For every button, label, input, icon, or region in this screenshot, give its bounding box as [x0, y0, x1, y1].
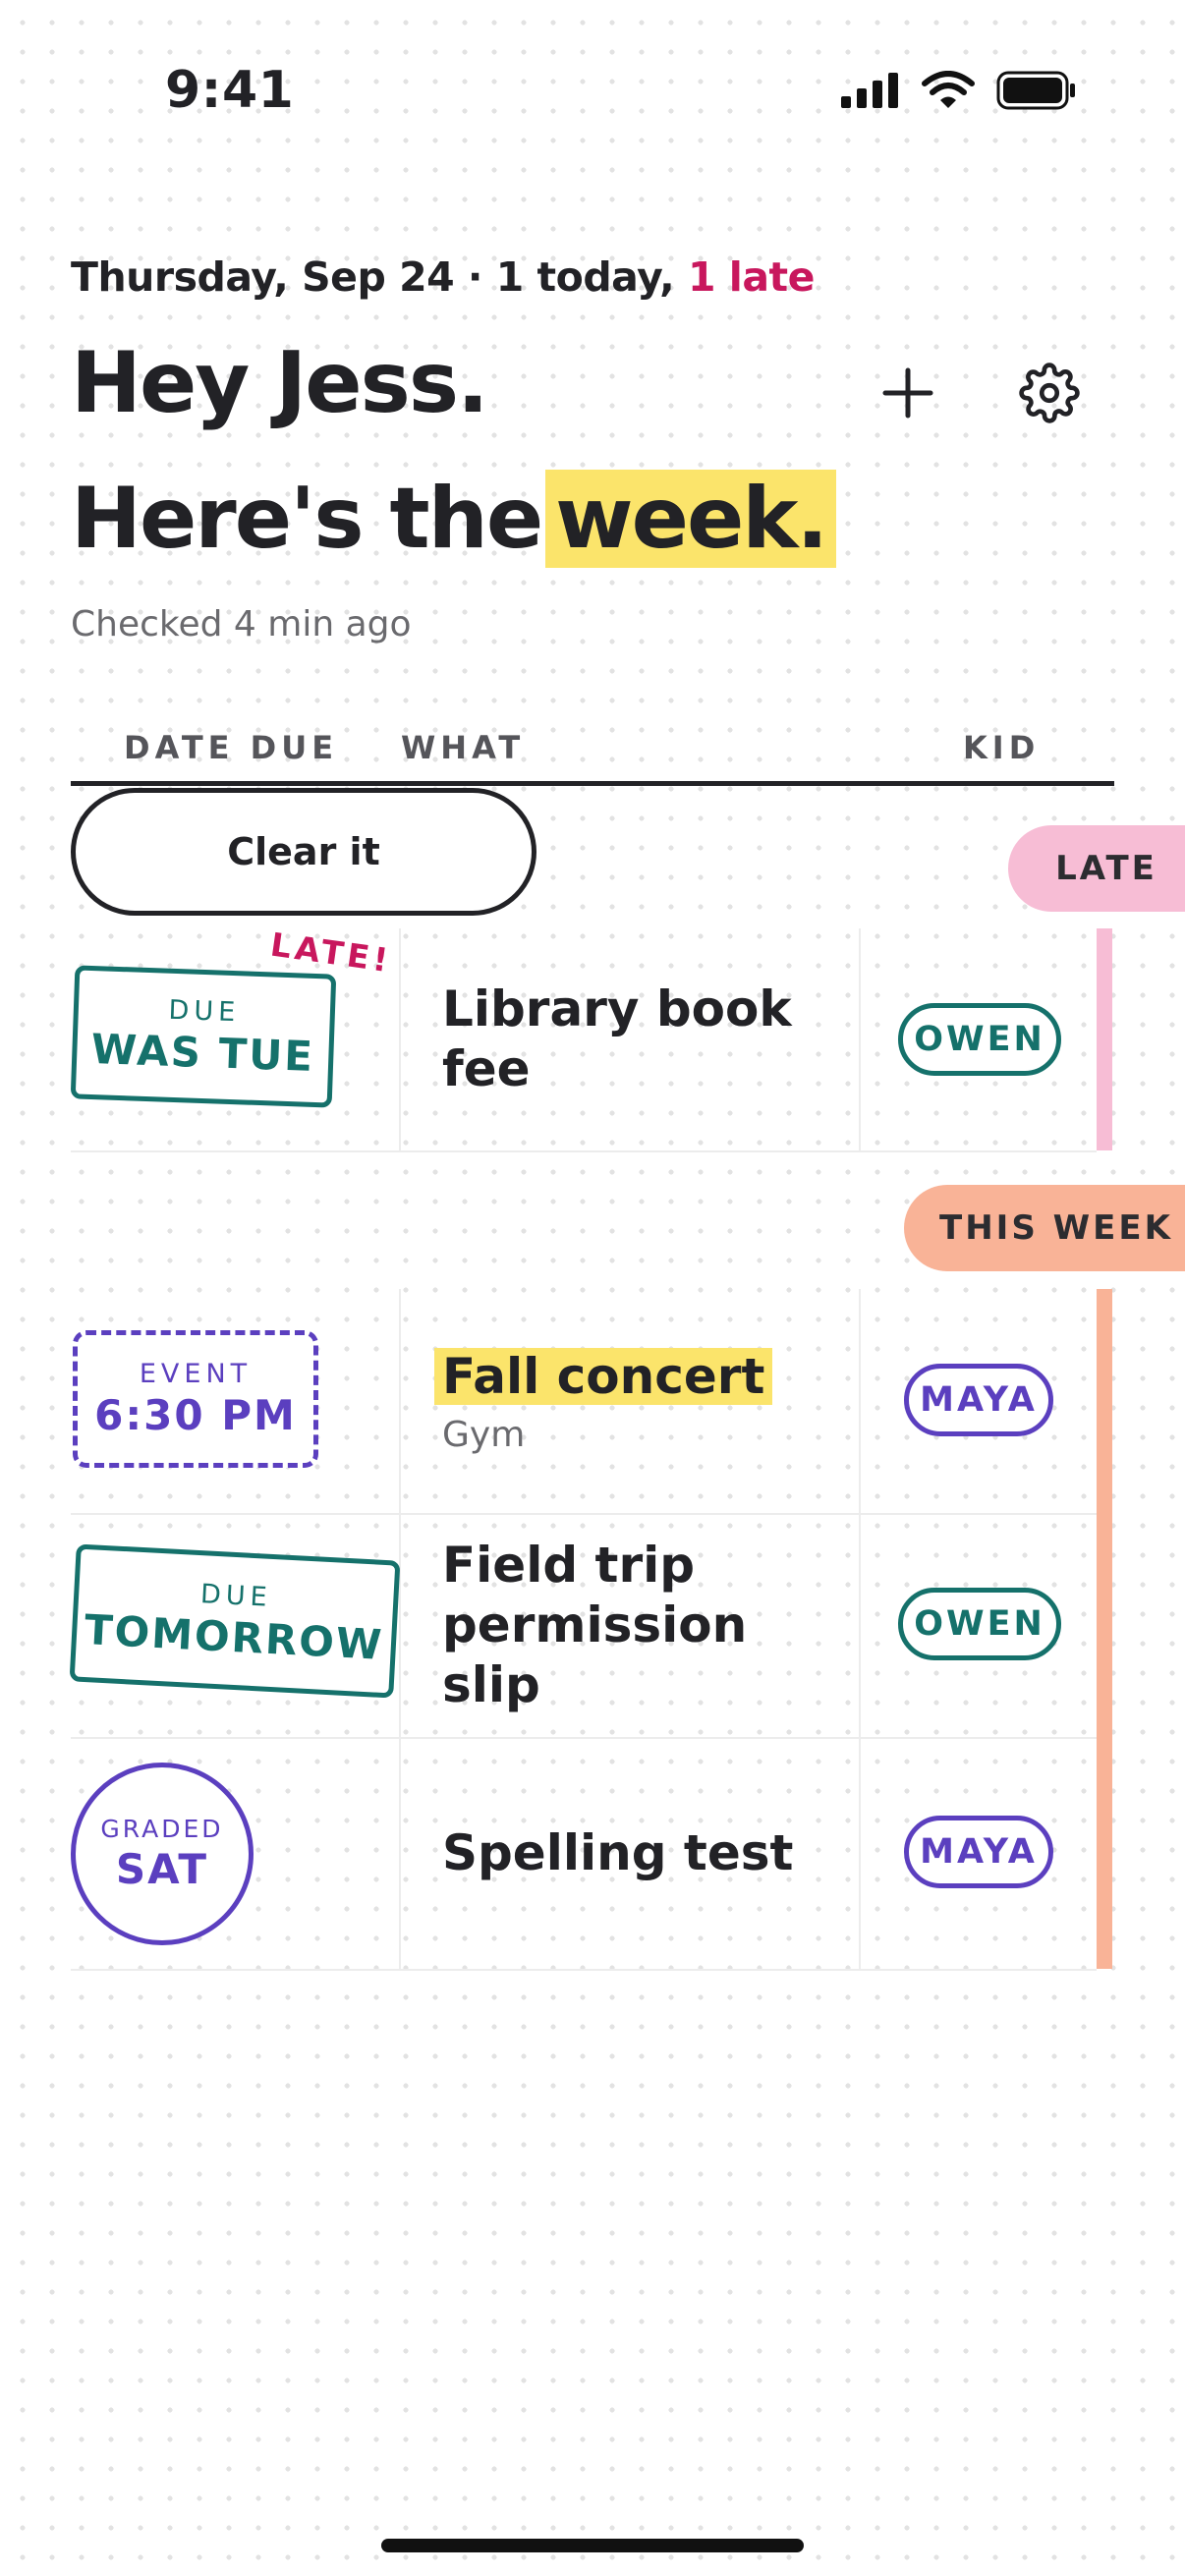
column-divider — [399, 1737, 401, 1969]
event-stamp: EVENT 6:30 PM — [73, 1330, 318, 1468]
status-time: 9:41 — [165, 61, 295, 120]
kid-badge-maya[interactable]: MAYA — [904, 1816, 1053, 1888]
settings-button[interactable] — [1012, 356, 1087, 430]
table-row[interactable]: DUE TOMORROW Field trip permission slip … — [69, 1513, 1097, 1739]
column-divider — [399, 928, 401, 1150]
item-what: Library book fee — [442, 928, 796, 1150]
stamp-label: EVENT — [139, 1359, 253, 1389]
cellular-signal-icon — [841, 73, 898, 108]
late-section-bar — [1097, 928, 1112, 1150]
column-header-date[interactable]: DATE DUE — [124, 729, 338, 766]
item-what: Field trip permission slip — [442, 1513, 835, 1737]
kid-badge-maya[interactable]: MAYA — [904, 1364, 1053, 1436]
table-row[interactable]: GRADED SAT Spelling test MAYA — [71, 1737, 1097, 1971]
column-divider — [859, 1289, 861, 1513]
home-indicator[interactable] — [381, 2539, 804, 2552]
stamp-label: GRADED — [100, 1815, 224, 1843]
stamp-value: 6:30 PM — [94, 1391, 297, 1439]
item-title: Fall concert — [434, 1348, 773, 1405]
late-count: 1 late — [687, 253, 815, 301]
battery-icon — [996, 71, 1075, 110]
column-header-what[interactable]: WHAT — [401, 729, 525, 766]
table-row[interactable]: EVENT 6:30 PM Fall concert Gym MAYA — [71, 1289, 1097, 1515]
stamp-label: DUE — [168, 994, 241, 1029]
add-button[interactable] — [871, 356, 945, 430]
wifi-icon — [922, 71, 975, 108]
section-label-late: LATE — [1008, 825, 1185, 912]
stamp-value: SAT — [115, 1845, 209, 1893]
due-stamp: DUE WAS TUE — [70, 965, 337, 1108]
table-row[interactable]: DUE WAS TUE Library book fee OWEN — [70, 928, 1097, 1152]
item-title: Library book fee — [442, 980, 792, 1097]
column-header-kid[interactable]: KID — [963, 729, 1040, 766]
section-label-this-week: THIS WEEK — [904, 1185, 1185, 1271]
stamp-value: WAS TUE — [89, 1025, 315, 1081]
kid-badge-owen[interactable]: OWEN — [898, 1003, 1061, 1076]
stamp-label: DUE — [199, 1579, 273, 1613]
header-rule — [71, 781, 1114, 786]
item-what: Spelling test — [442, 1737, 793, 1969]
this-week-section-bar — [1097, 1289, 1112, 1969]
gear-icon — [1019, 363, 1080, 423]
item-title: Spelling test — [442, 1823, 794, 1881]
column-divider — [399, 1513, 401, 1737]
date-line: Thursday, Sep 24 · 1 today, — [71, 253, 688, 301]
column-divider — [859, 1737, 861, 1969]
page-title: Here's the week. — [71, 470, 837, 568]
status-icons — [841, 71, 1077, 110]
column-divider — [859, 1513, 861, 1737]
greeting: Hey Jess. — [71, 334, 489, 432]
page-title-start: Here's the — [71, 470, 543, 568]
last-checked: Checked 4 min ago — [71, 604, 412, 644]
column-divider — [399, 1289, 401, 1513]
clear-it-button[interactable]: Clear it — [71, 788, 536, 916]
stamp-value: TOMORROW — [83, 1605, 385, 1669]
column-divider — [859, 928, 861, 1150]
kid-badge-owen[interactable]: OWEN — [898, 1588, 1061, 1660]
page-title-highlight: week. — [545, 470, 837, 568]
plus-icon — [882, 367, 933, 419]
date-summary: Thursday, Sep 24 · 1 today, 1 late — [71, 253, 815, 301]
graded-stamp: GRADED SAT — [71, 1763, 254, 1945]
item-title: Field trip permission slip — [442, 1536, 748, 1713]
item-what: Fall concert Gym — [434, 1289, 773, 1513]
due-stamp: DUE TOMORROW — [69, 1543, 401, 1699]
item-location: Gym — [442, 1415, 526, 1455]
